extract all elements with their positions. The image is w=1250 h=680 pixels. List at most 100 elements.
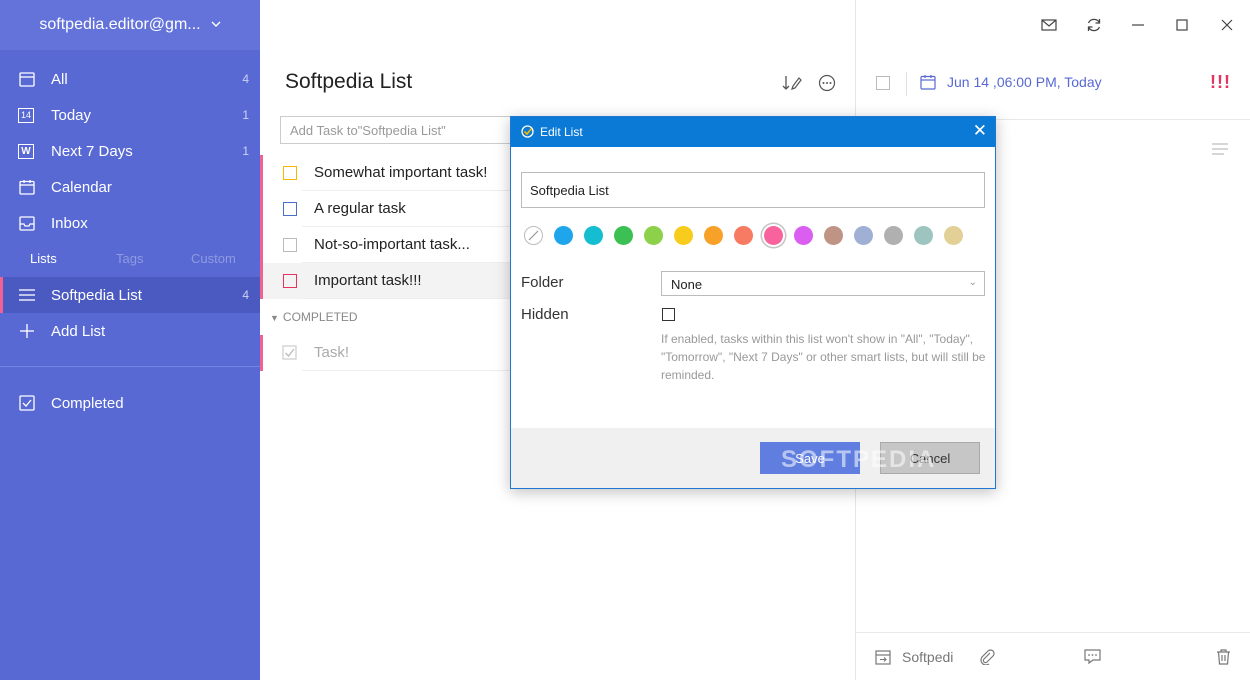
- trash-icon[interactable]: [1213, 647, 1233, 667]
- task-checkbox[interactable]: [283, 274, 297, 288]
- tab-tags[interactable]: Tags: [116, 251, 143, 266]
- completed-section-header[interactable]: ▼ COMPLETED: [270, 310, 358, 324]
- color-swatch-none[interactable]: [524, 226, 543, 245]
- priority-bar: [260, 227, 263, 263]
- checked-checkbox-icon[interactable]: [282, 345, 298, 366]
- minimize-icon[interactable]: [1127, 14, 1149, 36]
- task-title: A regular task: [314, 200, 406, 217]
- account-switcher[interactable]: softpedia.editor@gm...: [0, 0, 260, 50]
- attachment-icon[interactable]: [977, 647, 997, 667]
- maximize-icon[interactable]: [1171, 14, 1193, 36]
- calendar-icon: [920, 74, 936, 95]
- tab-lists[interactable]: Lists: [30, 251, 57, 266]
- header-divider: [906, 72, 907, 96]
- sidebar-item-next-7-days[interactable]: W Next 7 Days 1: [0, 133, 260, 169]
- color-swatch[interactable]: [794, 226, 813, 245]
- move-list-icon[interactable]: [873, 647, 893, 667]
- color-swatch[interactable]: [644, 226, 663, 245]
- sidebar-item-completed[interactable]: Completed: [0, 385, 260, 421]
- close-icon[interactable]: [1216, 14, 1238, 36]
- hidden-label: Hidden: [521, 306, 569, 323]
- cancel-button[interactable]: Cancel: [880, 442, 980, 474]
- mail-icon[interactable]: [1038, 14, 1060, 36]
- comment-icon[interactable]: [1082, 647, 1102, 667]
- today-day-number: 14: [20, 110, 31, 120]
- page-title: Softpedia List: [285, 70, 413, 93]
- sidebar-item-softpedia-list[interactable]: Softpedia List 4: [0, 277, 260, 313]
- completed-header-label: COMPLETED: [282, 310, 358, 324]
- sidebar: softpedia.editor@gm... All 4 14 Today 1 …: [0, 0, 260, 680]
- folder-select[interactable]: None ⌄: [661, 271, 985, 296]
- list-name-input[interactable]: [521, 172, 985, 208]
- task-checkbox[interactable]: [283, 238, 297, 252]
- priority-bar: [260, 263, 263, 299]
- task-title: Somewhat important task!: [314, 164, 488, 181]
- sidebar-item-today[interactable]: 14 Today 1: [0, 97, 260, 133]
- color-swatch[interactable]: [914, 226, 933, 245]
- close-icon[interactable]: ✕: [973, 121, 987, 141]
- priority-bar: [260, 155, 263, 191]
- plus-icon: [18, 322, 36, 340]
- hidden-hint-text: If enabled, tasks within this list won't…: [661, 332, 986, 382]
- add-list-button[interactable]: Add List: [0, 313, 260, 349]
- task-title: Task!: [314, 344, 350, 361]
- detail-task-checkbox[interactable]: [876, 76, 890, 90]
- edit-list-dialog: Edit List ✕ Folder None ⌄ Hidden If enab…: [510, 116, 996, 489]
- sidebar-item-all[interactable]: All 4: [0, 61, 260, 97]
- completed-check-icon: [18, 394, 36, 412]
- color-swatch[interactable]: [704, 226, 723, 245]
- color-swatch[interactable]: [854, 226, 873, 245]
- color-swatch[interactable]: [944, 226, 963, 245]
- color-swatch[interactable]: [734, 226, 753, 245]
- task-title: Not-so-important task...: [314, 236, 470, 253]
- sidebar-item-label: Inbox: [51, 214, 88, 232]
- inbox-icon: [18, 214, 36, 232]
- dialog-title: Edit List: [540, 125, 583, 139]
- description-lines-icon[interactable]: [1212, 142, 1228, 160]
- more-options-icon[interactable]: [817, 73, 837, 93]
- priority-indicator[interactable]: !!!: [1210, 72, 1231, 93]
- sidebar-item-count: 4: [242, 288, 249, 302]
- sidebar-item-count: 1: [242, 144, 249, 158]
- task-title: Important task!!!: [314, 272, 422, 289]
- sidebar-item-calendar[interactable]: Calendar: [0, 169, 260, 205]
- week-letter: W: [21, 145, 31, 157]
- chevron-down-icon: ⌄: [968, 277, 977, 288]
- calendar-icon: [18, 178, 36, 196]
- priority-bar: [260, 191, 263, 227]
- sidebar-item-label: Softpedia List: [51, 286, 142, 304]
- sidebar-item-label: Calendar: [51, 178, 112, 196]
- color-swatch[interactable]: [674, 226, 693, 245]
- color-swatch[interactable]: [554, 226, 573, 245]
- task-checkbox[interactable]: [283, 202, 297, 216]
- week-calendar-icon: W: [18, 143, 34, 159]
- triangle-down-icon: ▼: [270, 313, 279, 323]
- folder-label: Folder: [521, 274, 564, 291]
- detail-list-name[interactable]: Softpedi: [902, 649, 953, 665]
- hidden-checkbox[interactable]: [662, 308, 675, 321]
- all-icon: [18, 70, 36, 88]
- app-check-icon: [521, 125, 534, 141]
- color-swatch[interactable]: [824, 226, 843, 245]
- color-swatch[interactable]: [884, 226, 903, 245]
- detail-footer: Softpedi: [856, 632, 1250, 680]
- dialog-footer: Save Cancel SOFTPEDIA: [511, 428, 995, 488]
- sync-icon[interactable]: [1083, 14, 1105, 36]
- color-swatch[interactable]: [764, 226, 783, 245]
- save-button[interactable]: Save: [760, 442, 860, 474]
- sidebar-item-count: 1: [242, 108, 249, 122]
- sidebar-item-inbox[interactable]: Inbox: [0, 205, 260, 241]
- folder-select-value: None: [671, 277, 703, 292]
- sidebar-item-label: Next 7 Days: [51, 142, 133, 160]
- color-swatch[interactable]: [614, 226, 633, 245]
- sidebar-item-count: 4: [242, 72, 249, 86]
- due-date[interactable]: Jun 14 ,06:00 PM, Today: [947, 74, 1102, 90]
- sidebar-divider: [0, 366, 260, 367]
- color-swatch[interactable]: [584, 226, 603, 245]
- task-checkbox[interactable]: [283, 166, 297, 180]
- today-calendar-icon: 14: [18, 107, 34, 123]
- sort-edit-icon[interactable]: [782, 73, 802, 93]
- tab-custom[interactable]: Custom: [191, 251, 236, 266]
- priority-bar: [260, 335, 263, 371]
- sidebar-tabs: Lists Tags Custom: [0, 246, 260, 272]
